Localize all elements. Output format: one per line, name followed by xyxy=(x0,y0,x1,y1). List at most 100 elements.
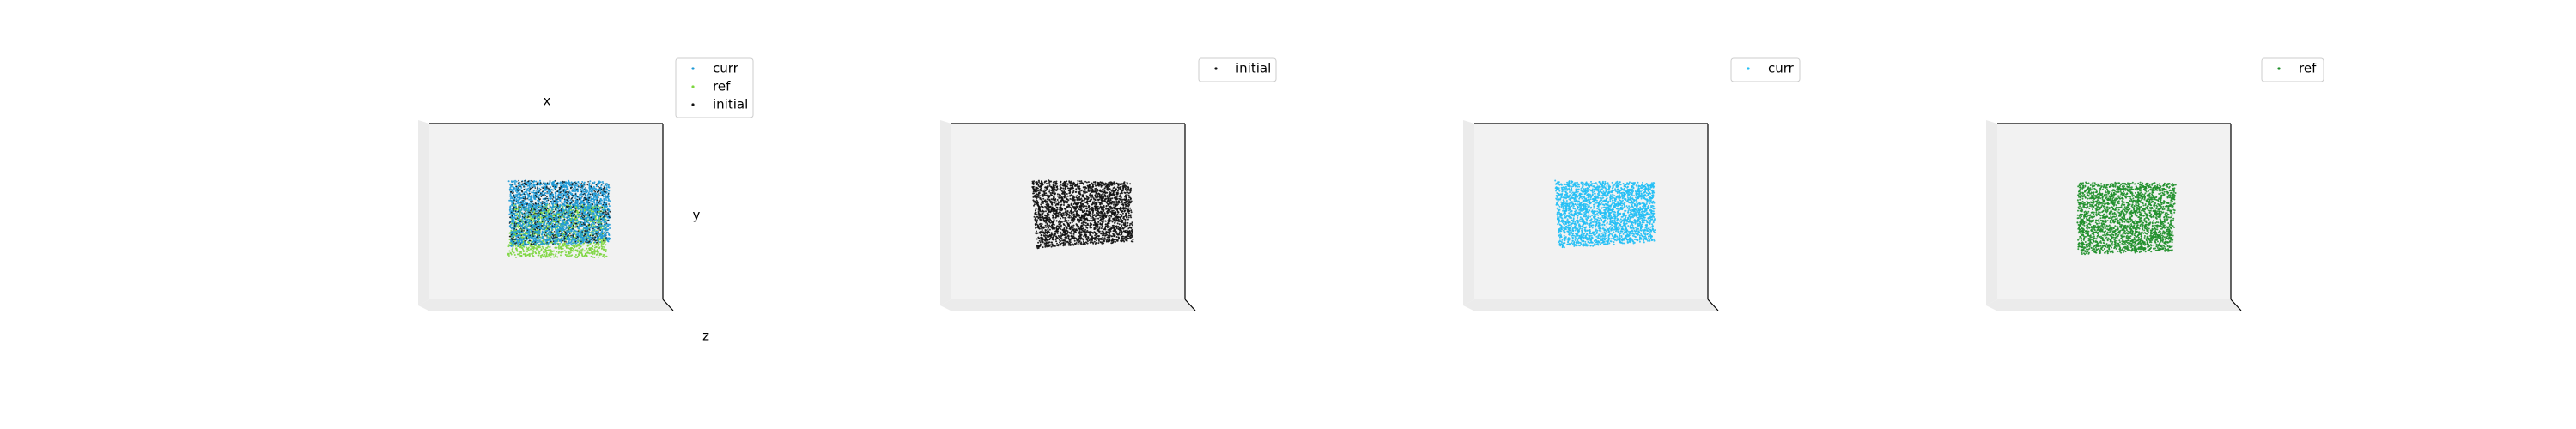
point xyxy=(576,239,579,240)
point xyxy=(512,196,514,199)
point xyxy=(514,247,517,250)
point xyxy=(605,251,607,252)
point xyxy=(577,206,580,208)
point xyxy=(598,193,600,196)
point xyxy=(588,202,591,203)
point xyxy=(549,225,551,227)
point xyxy=(573,214,574,217)
point xyxy=(509,244,512,246)
point xyxy=(538,214,540,216)
point xyxy=(582,222,585,224)
point xyxy=(574,214,576,215)
point xyxy=(554,205,556,208)
point xyxy=(531,252,533,255)
point xyxy=(581,196,583,197)
point xyxy=(606,237,609,239)
point xyxy=(534,198,537,201)
point xyxy=(579,223,581,226)
point xyxy=(574,222,576,224)
point xyxy=(581,254,584,257)
point xyxy=(551,198,554,200)
point xyxy=(526,243,528,245)
point xyxy=(542,255,544,257)
point xyxy=(1042,197,1045,200)
point xyxy=(602,203,605,206)
point xyxy=(586,213,588,215)
point xyxy=(551,203,554,206)
point xyxy=(555,243,557,245)
point xyxy=(531,195,533,196)
point xyxy=(585,222,586,225)
point xyxy=(543,228,545,230)
point xyxy=(605,183,607,185)
point xyxy=(563,237,566,239)
point xyxy=(598,228,600,230)
point xyxy=(587,226,590,228)
point xyxy=(558,214,561,216)
point xyxy=(544,212,546,214)
point xyxy=(514,202,517,205)
point xyxy=(554,192,556,195)
point xyxy=(581,237,584,239)
point xyxy=(590,216,592,219)
point xyxy=(556,182,558,184)
point xyxy=(537,191,539,194)
point xyxy=(523,188,526,190)
point xyxy=(542,183,544,184)
point xyxy=(546,196,548,198)
point xyxy=(597,190,598,193)
point xyxy=(530,213,532,215)
legend-label: curr xyxy=(713,61,739,76)
point xyxy=(518,208,520,210)
point xyxy=(580,210,582,213)
point xyxy=(603,249,605,251)
point xyxy=(510,190,513,193)
point xyxy=(532,248,535,250)
point xyxy=(608,205,611,208)
x-axis-label: x xyxy=(544,94,551,109)
point xyxy=(562,182,564,184)
point xyxy=(569,233,571,235)
point xyxy=(584,197,586,199)
point xyxy=(592,256,594,258)
point xyxy=(586,209,589,212)
point xyxy=(593,187,596,190)
point xyxy=(521,227,524,230)
point xyxy=(544,221,546,223)
point xyxy=(559,242,562,245)
point xyxy=(513,182,516,184)
point xyxy=(578,185,580,187)
point xyxy=(510,227,513,230)
point xyxy=(549,208,551,211)
point xyxy=(592,208,595,211)
point xyxy=(592,227,594,230)
point xyxy=(596,194,598,196)
point xyxy=(586,247,588,250)
point xyxy=(562,197,563,200)
point xyxy=(533,192,536,195)
point xyxy=(545,204,548,207)
point xyxy=(550,210,552,213)
point xyxy=(526,203,528,205)
point xyxy=(585,195,586,196)
point xyxy=(549,186,551,189)
point xyxy=(580,213,582,215)
point xyxy=(519,232,521,234)
point xyxy=(511,239,513,241)
point xyxy=(566,202,568,204)
point xyxy=(526,237,528,239)
point xyxy=(582,216,584,219)
point xyxy=(592,251,595,253)
point xyxy=(596,204,598,206)
point xyxy=(551,183,554,185)
point xyxy=(589,236,592,239)
point xyxy=(597,241,599,244)
point xyxy=(591,246,593,249)
point xyxy=(596,211,598,213)
point xyxy=(604,207,606,209)
point xyxy=(573,209,575,212)
point xyxy=(602,182,605,184)
point xyxy=(574,240,577,243)
point xyxy=(529,228,532,231)
point xyxy=(556,236,558,239)
